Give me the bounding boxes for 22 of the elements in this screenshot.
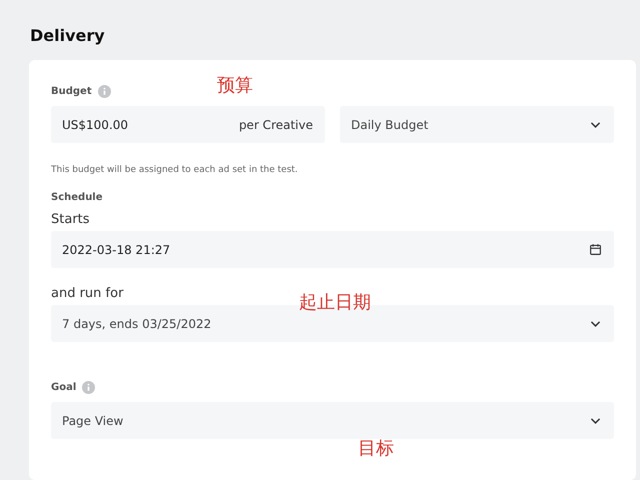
field-label: Starts [51, 212, 90, 227]
field-label: Goal [51, 382, 76, 392]
info-icon [98, 84, 111, 98]
date-value: 2022-03-18 21:27 [62, 242, 170, 256]
section-label: Schedule [51, 192, 104, 203]
dropdown-value: Daily Budget [351, 118, 428, 132]
budget-input[interactable]: US$100.00 per Creative [51, 106, 325, 143]
dropdown-value: 7 days, ends 03/25/2022 [62, 316, 212, 330]
annotation-text: 预算 [217, 75, 253, 97]
annotation-text: 目标 [358, 438, 394, 460]
budget-type-dropdown[interactable]: Daily Budget [340, 106, 614, 143]
field-label: Budget [51, 86, 92, 96]
unit-label: per Creative [238, 118, 313, 132]
section-title: Delivery [30, 27, 106, 45]
field-label: and run for [51, 286, 124, 301]
calendar-icon [589, 243, 602, 256]
start-date-field[interactable]: 2022-03-18 21:27 [51, 231, 614, 268]
budget-value: US$100.00 [62, 118, 128, 132]
info-icon [82, 380, 96, 394]
goal-dropdown[interactable]: Page View [51, 402, 614, 439]
helper-text: This budget will be assigned to each ad set in the test. [51, 165, 299, 175]
dropdown-value: Page View [62, 414, 124, 428]
